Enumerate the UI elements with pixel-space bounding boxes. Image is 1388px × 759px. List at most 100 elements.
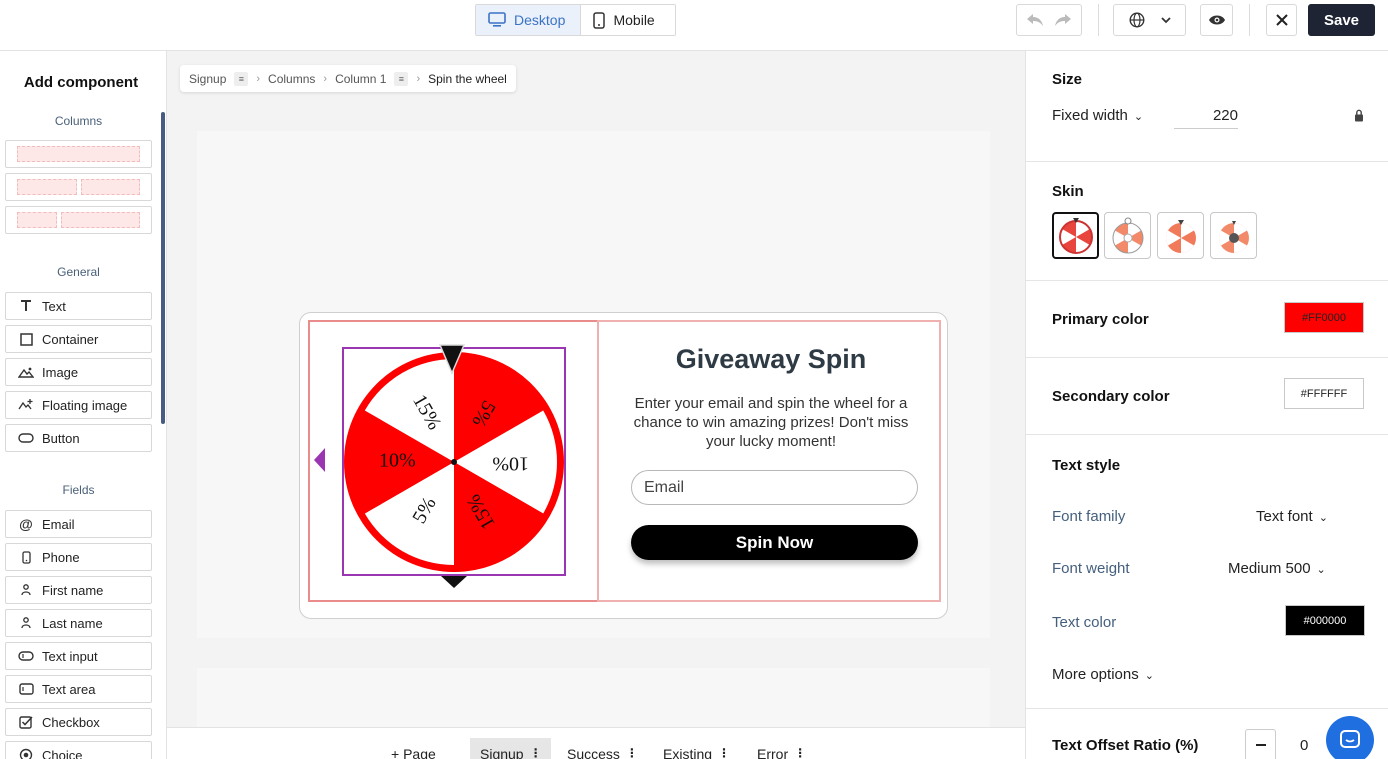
component-image[interactable]: Image (5, 358, 152, 386)
page-tabs-bar: + Page Signup ⋮ Success ⋮ Existing ⋮ Error ⋮ (167, 727, 1025, 759)
undo-icon[interactable] (1026, 13, 1044, 27)
left-panel-scrollbar[interactable] (161, 112, 165, 424)
field-email[interactable]: @ Email (5, 510, 152, 538)
tab-label: Signup (480, 746, 524, 759)
wheel-skin-icon (1058, 217, 1093, 254)
font-family-select[interactable]: Text font ⌄ (1256, 508, 1328, 525)
decrement-button[interactable] (1245, 729, 1276, 759)
size-mode-select[interactable]: Fixed width ⌄ (1052, 107, 1143, 124)
tab-error[interactable]: Error ⋮ (757, 738, 806, 759)
field-last-name[interactable]: Last name (5, 609, 152, 637)
redo-icon[interactable] (1054, 13, 1072, 27)
component-floating-image[interactable]: Floating image (5, 391, 152, 419)
text-style-heading: Text style (1052, 457, 1121, 474)
lock-icon[interactable] (1354, 109, 1364, 122)
component-label: Floating image (42, 397, 128, 413)
secondary-color-swatch[interactable]: #FFFFFF (1284, 378, 1364, 409)
more-icon[interactable]: ⋮ (718, 746, 730, 759)
chat-icon (1340, 730, 1360, 748)
more-options-toggle[interactable]: More options ⌄ (1052, 666, 1154, 683)
more-icon[interactable]: ⋮ (794, 746, 806, 759)
text-color-swatch[interactable]: #000000 (1285, 605, 1365, 636)
text-offset-input[interactable]: 0 (1300, 737, 1308, 754)
field-first-name[interactable]: First name (5, 576, 152, 604)
choice-icon (18, 747, 34, 759)
font-weight-select[interactable]: Medium 500 ⌄ (1228, 560, 1326, 577)
breadcrumb-item-column1[interactable]: Column 1 (335, 72, 386, 86)
component-label: Text (42, 298, 66, 314)
breadcrumb-item-signup[interactable]: Signup (189, 72, 226, 86)
two-column-layout[interactable] (5, 173, 152, 201)
more-options-label: More options (1052, 666, 1139, 683)
font-family-value: Text font (1256, 508, 1313, 525)
field-text-input[interactable]: Text input (5, 642, 152, 670)
secondary-color-label: Secondary color (1052, 388, 1170, 405)
desktop-view-button[interactable]: Desktop (476, 5, 582, 35)
skin-option-1[interactable] (1052, 212, 1099, 259)
field-checkbox[interactable]: Checkbox (5, 708, 152, 736)
size-mode-value: Fixed width (1052, 107, 1128, 124)
component-label: Container (42, 331, 99, 347)
field-text-area[interactable]: Text area (5, 675, 152, 703)
container-icon (18, 331, 34, 347)
field-phone[interactable]: Phone (5, 543, 152, 571)
popup-card[interactable]: 5% 10% 15% 5% 10% 15% Giveaway Spin Enter you… (299, 312, 948, 619)
field-choice[interactable]: Choice (5, 741, 152, 759)
wheel-segment-label: 10% (379, 450, 416, 472)
component-label: Button (42, 430, 80, 446)
email-field[interactable]: Email (631, 470, 918, 505)
mobile-view-button[interactable]: Mobile (581, 5, 675, 35)
text-style-section: Text style Font family Text font ⌄ Font w… (1026, 435, 1388, 709)
chat-support-button[interactable] (1326, 716, 1374, 759)
spin-wheel[interactable]: 5%10%15%5%10%15% (344, 349, 564, 574)
skin-option-3[interactable] (1157, 212, 1204, 259)
page-options-icon[interactable]: ≡ (234, 71, 249, 86)
column-2[interactable]: Giveaway Spin Enter your email and spin … (597, 320, 941, 602)
secondary-color-section: Secondary color #FFFFFF (1026, 358, 1388, 435)
more-icon[interactable]: ⋮ (530, 746, 542, 759)
tab-signup[interactable]: Signup ⋮ (470, 738, 551, 759)
tab-success[interactable]: Success ⋮ (567, 738, 638, 759)
desktop-icon (488, 12, 506, 27)
primary-color-swatch[interactable]: #FF0000 (1284, 302, 1364, 333)
chevron-down-icon: ⌄ (1316, 564, 1326, 576)
component-container[interactable]: Container (5, 325, 152, 353)
chevron-down-icon: ⌄ (1318, 512, 1328, 524)
device-toggle: Desktop Mobile (475, 4, 676, 36)
component-button[interactable]: Button (5, 424, 152, 452)
more-icon[interactable]: ⋮ (626, 746, 638, 759)
mobile-label: Mobile (613, 12, 655, 28)
page-canvas: 5% 10% 15% 5% 10% 15% Giveaway Spin Enter you… (197, 131, 990, 638)
preview-button[interactable] (1200, 4, 1233, 36)
skin-option-2[interactable] (1104, 212, 1151, 259)
column-options-icon[interactable]: ≡ (394, 71, 409, 86)
component-text[interactable]: Text (5, 292, 152, 320)
checkbox-icon (18, 714, 34, 730)
component-label: Checkbox (42, 714, 100, 730)
language-select[interactable] (1113, 4, 1186, 36)
add-page-button[interactable]: + Page (391, 738, 436, 759)
popup-title: Giveaway Spin (675, 344, 867, 374)
wheel-hub (451, 459, 457, 465)
font-weight-label: Font weight (1052, 560, 1130, 577)
spin-wheel-selection[interactable]: 5% 10% 15% 5% 10% 15% (342, 347, 566, 576)
two-column-wide-layout[interactable] (5, 206, 152, 234)
save-button[interactable]: Save (1308, 4, 1375, 36)
resize-handle-icon[interactable] (440, 575, 468, 589)
breadcrumb-item-columns[interactable]: Columns (268, 72, 315, 86)
skin-option-4[interactable] (1210, 212, 1257, 259)
one-column-layout[interactable] (5, 140, 152, 168)
spin-now-button[interactable]: Spin Now (631, 525, 918, 560)
tab-existing[interactable]: Existing ⋮ (663, 738, 730, 759)
collapse-handle-icon[interactable] (312, 447, 326, 473)
globe-icon (1128, 12, 1145, 28)
primary-color-section: Primary color #FF0000 (1026, 281, 1388, 358)
person-icon (18, 582, 34, 598)
width-input[interactable]: 220 (1174, 107, 1238, 129)
eye-icon (1208, 15, 1225, 25)
font-weight-value: Medium 500 (1228, 560, 1311, 577)
toolbar-divider (1249, 4, 1250, 36)
close-button[interactable] (1266, 4, 1297, 36)
column-1[interactable]: 5% 10% 15% 5% 10% 15% (308, 320, 599, 602)
breadcrumb-separator-icon: › (323, 72, 328, 85)
